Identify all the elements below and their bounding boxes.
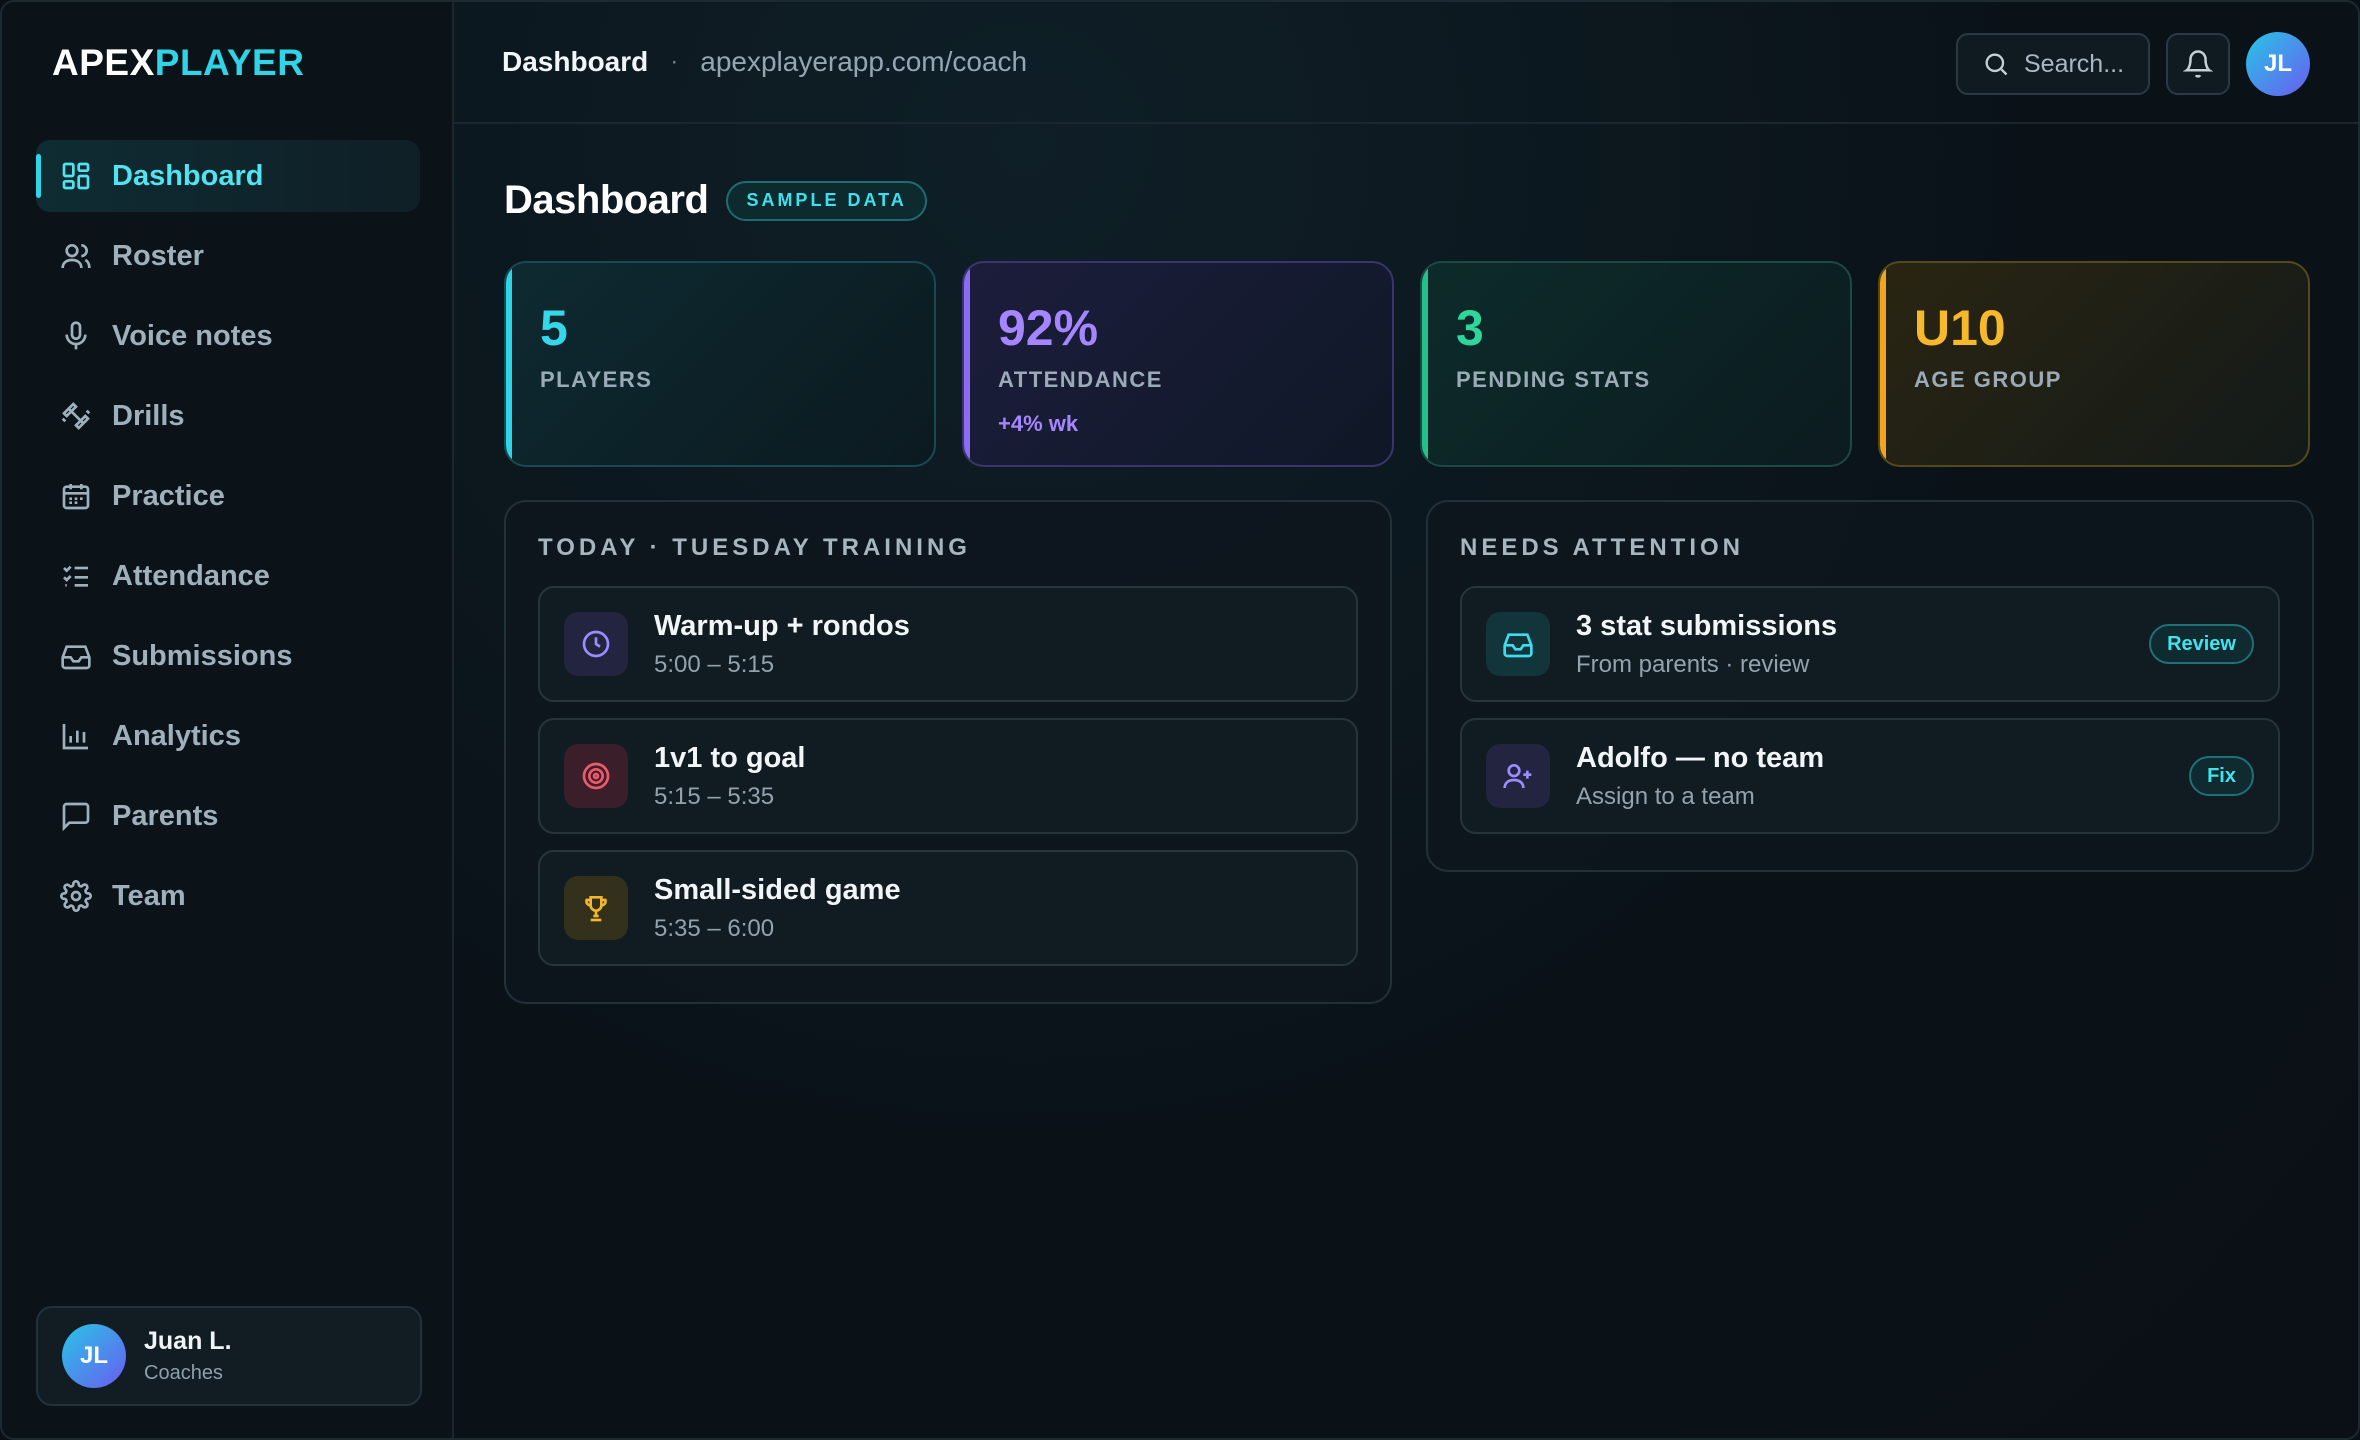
list-item[interactable]: Small-sided game 5:35 – 6:00 — [538, 850, 1358, 966]
stat-label: PLAYERS — [540, 367, 653, 392]
brand-logo[interactable]: APEXPLAYER — [52, 42, 304, 84]
brand-part-apex: APEX — [52, 42, 155, 83]
inbox-icon — [1486, 612, 1550, 676]
notifications-button[interactable] — [2166, 33, 2230, 95]
breadcrumb-url: apexplayerapp.com/coach — [700, 46, 1028, 77]
sidebar-item-label: Drills — [112, 399, 185, 432]
sidebar-item-label: Submissions — [112, 639, 293, 672]
item-title: Warm-up + rondos — [654, 609, 910, 642]
stat-value: 5 — [540, 300, 568, 356]
main-content: Dashboard · apexplayerapp.com/coach Sear… — [454, 2, 2358, 1438]
clock-icon — [564, 612, 628, 676]
calendar-icon — [62, 484, 90, 510]
item-time: 5:15 – 5:35 — [654, 782, 775, 810]
stat-label: AGE GROUP — [1914, 367, 2062, 392]
sidebar-item-practice[interactable]: Practice — [36, 460, 420, 532]
panel-title: TODAY · TUESDAY TRAINING — [538, 534, 971, 561]
search-input[interactable]: Search... — [1956, 33, 2150, 95]
sidebar-item-parents[interactable]: Parents — [36, 780, 420, 852]
bar-chart-icon — [62, 724, 88, 750]
microphone-icon — [65, 321, 87, 350]
user-role: Coaches — [144, 1362, 223, 1384]
sidebar-item-voice-notes[interactable]: Voice notes — [36, 300, 420, 372]
stat-card-pending-stats[interactable]: 3 PENDING STATS — [1420, 261, 1852, 467]
item-title: Adolfo — no team — [1576, 741, 1825, 774]
sidebar-item-roster[interactable]: Roster — [36, 220, 420, 292]
breadcrumb-separator: · — [670, 48, 679, 75]
sidebar-item-label: Practice — [112, 479, 225, 512]
item-title: Small-sided game — [654, 873, 901, 906]
sidebar-item-analytics[interactable]: Analytics — [36, 700, 420, 772]
item-title: 3 stat submissions — [1576, 609, 1838, 642]
stat-card-attendance[interactable]: 92% ATTENDANCE +4% wk — [962, 261, 1394, 467]
list-item[interactable]: Warm-up + rondos 5:00 – 5:15 — [538, 586, 1358, 702]
stat-delta: +4% wk — [998, 411, 1079, 436]
item-title: 1v1 to goal — [654, 741, 806, 774]
brand-part-player: PLAYER — [154, 42, 305, 83]
panel-title: NEEDS ATTENTION — [1460, 534, 1745, 561]
top-actions: Search... JL — [1956, 32, 2310, 96]
item-subtitle: From parents · review — [1576, 650, 1810, 678]
user-meta: Juan L. Coaches — [144, 1327, 232, 1385]
stats-row: 5 PLAYERS 92% ATTENDANCE +4% wk 3 PENDIN… — [504, 261, 2310, 467]
needs-attention-panel: NEEDS ATTENTION 3 stat submissions From … — [1426, 500, 2314, 872]
message-icon — [62, 802, 90, 832]
gear-icon — [60, 880, 92, 912]
stat-label: PENDING STATS — [1456, 367, 1651, 392]
stat-value: U10 — [1914, 300, 2006, 356]
checklist-icon — [63, 565, 88, 587]
avatar: JL — [62, 1324, 126, 1388]
inbox-icon — [61, 645, 91, 670]
user-plus-icon — [1486, 744, 1550, 808]
sidebar-item-team[interactable]: Team — [36, 860, 420, 932]
sidebar-nav: Dashboard Roster Voice notes Drills Prac… — [36, 140, 420, 940]
sidebar-item-dashboard[interactable]: Dashboard — [36, 140, 420, 212]
list-item[interactable]: 3 stat submissions From parents · review… — [1460, 586, 2280, 702]
user-name: Juan L. — [144, 1327, 232, 1355]
stat-label: ATTENDANCE — [998, 367, 1163, 392]
stat-value: 3 — [1456, 300, 1484, 356]
breadcrumb-title: Dashboard — [502, 46, 649, 77]
sample-data-badge: SAMPLE DATA — [726, 180, 927, 221]
sidebar-item-attendance[interactable]: Attendance — [36, 540, 420, 612]
list-item[interactable]: Adolfo — no team Assign to a team Fix — [1460, 718, 2280, 834]
sidebar-item-submissions[interactable]: Submissions — [36, 620, 420, 692]
user-profile-card[interactable]: JL Juan L. Coaches — [36, 1306, 422, 1406]
sidebar-item-drills[interactable]: Drills — [36, 380, 420, 452]
stat-value: 92% — [998, 300, 1099, 356]
dumbbell-icon — [61, 402, 91, 430]
stat-card-age-group[interactable]: U10 AGE GROUP — [1878, 261, 2310, 467]
stat-card-players[interactable]: 5 PLAYERS — [504, 261, 936, 467]
page-header: Dashboard SAMPLE DATA — [504, 178, 927, 223]
search-icon — [1985, 53, 2008, 76]
target-icon — [564, 744, 628, 808]
item-time: 5:35 – 6:00 — [654, 914, 775, 942]
item-time: 5:00 – 5:15 — [654, 650, 775, 678]
today-training-panel: TODAY · TUESDAY TRAINING Warm-up + rondo… — [504, 500, 1392, 1004]
app-window: APEXPLAYER Dashboard Roster Voice notes … — [0, 0, 2360, 1440]
sidebar-item-label: Voice notes — [112, 319, 273, 352]
sidebar-item-label: Analytics — [112, 719, 241, 752]
trophy-icon — [564, 876, 628, 940]
page-title: Dashboard — [504, 178, 709, 222]
bell-icon — [2183, 50, 2213, 78]
users-icon — [61, 244, 91, 269]
sidebar-item-label: Attendance — [112, 559, 270, 592]
topbar: Dashboard · apexplayerapp.com/coach Sear… — [454, 2, 2358, 124]
list-item[interactable]: 1v1 to goal 5:15 – 5:35 — [538, 718, 1358, 834]
search-placeholder: Search... — [2024, 49, 2125, 78]
sidebar-item-label: Team — [112, 879, 186, 912]
sidebar-item-label: Parents — [112, 799, 219, 832]
sidebar: APEXPLAYER Dashboard Roster Voice notes … — [2, 2, 454, 1438]
fix-button[interactable]: Fix — [2189, 756, 2254, 796]
sidebar-item-label: Dashboard — [112, 159, 264, 192]
avatar[interactable]: JL — [2246, 32, 2310, 96]
dashboard-icon — [62, 162, 90, 190]
review-button[interactable]: Review — [2149, 624, 2254, 664]
item-subtitle: Assign to a team — [1576, 782, 1755, 810]
sidebar-item-label: Roster — [112, 239, 204, 272]
